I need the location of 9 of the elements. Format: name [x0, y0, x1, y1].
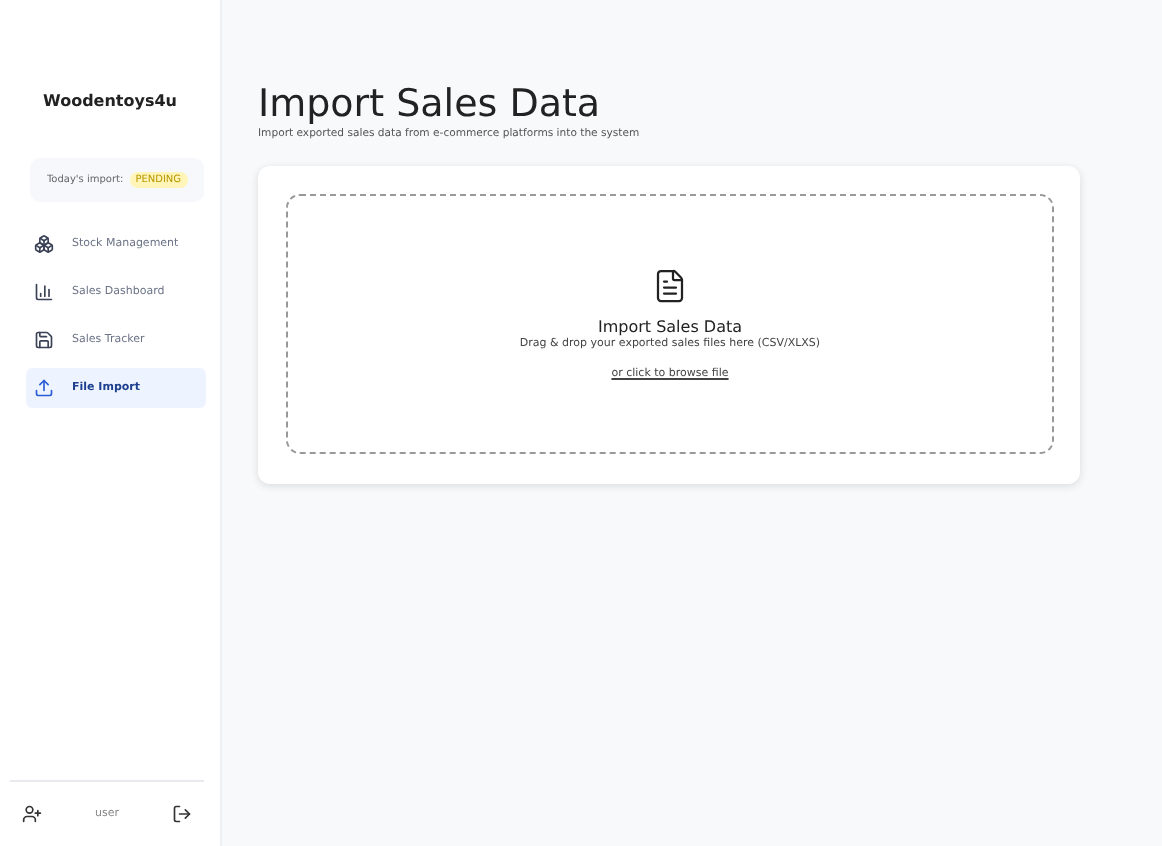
brand-name: Woodentoys4u [41, 92, 179, 110]
boxes-icon [34, 234, 54, 254]
document-icon [652, 268, 688, 304]
dropzone-title: Import Sales Data [597, 318, 743, 336]
upload-icon [34, 378, 54, 398]
user-icon[interactable] [22, 804, 42, 824]
logout-icon[interactable] [172, 804, 192, 824]
bar-chart-icon [34, 282, 54, 302]
page-title: Import Sales Data [258, 82, 603, 126]
